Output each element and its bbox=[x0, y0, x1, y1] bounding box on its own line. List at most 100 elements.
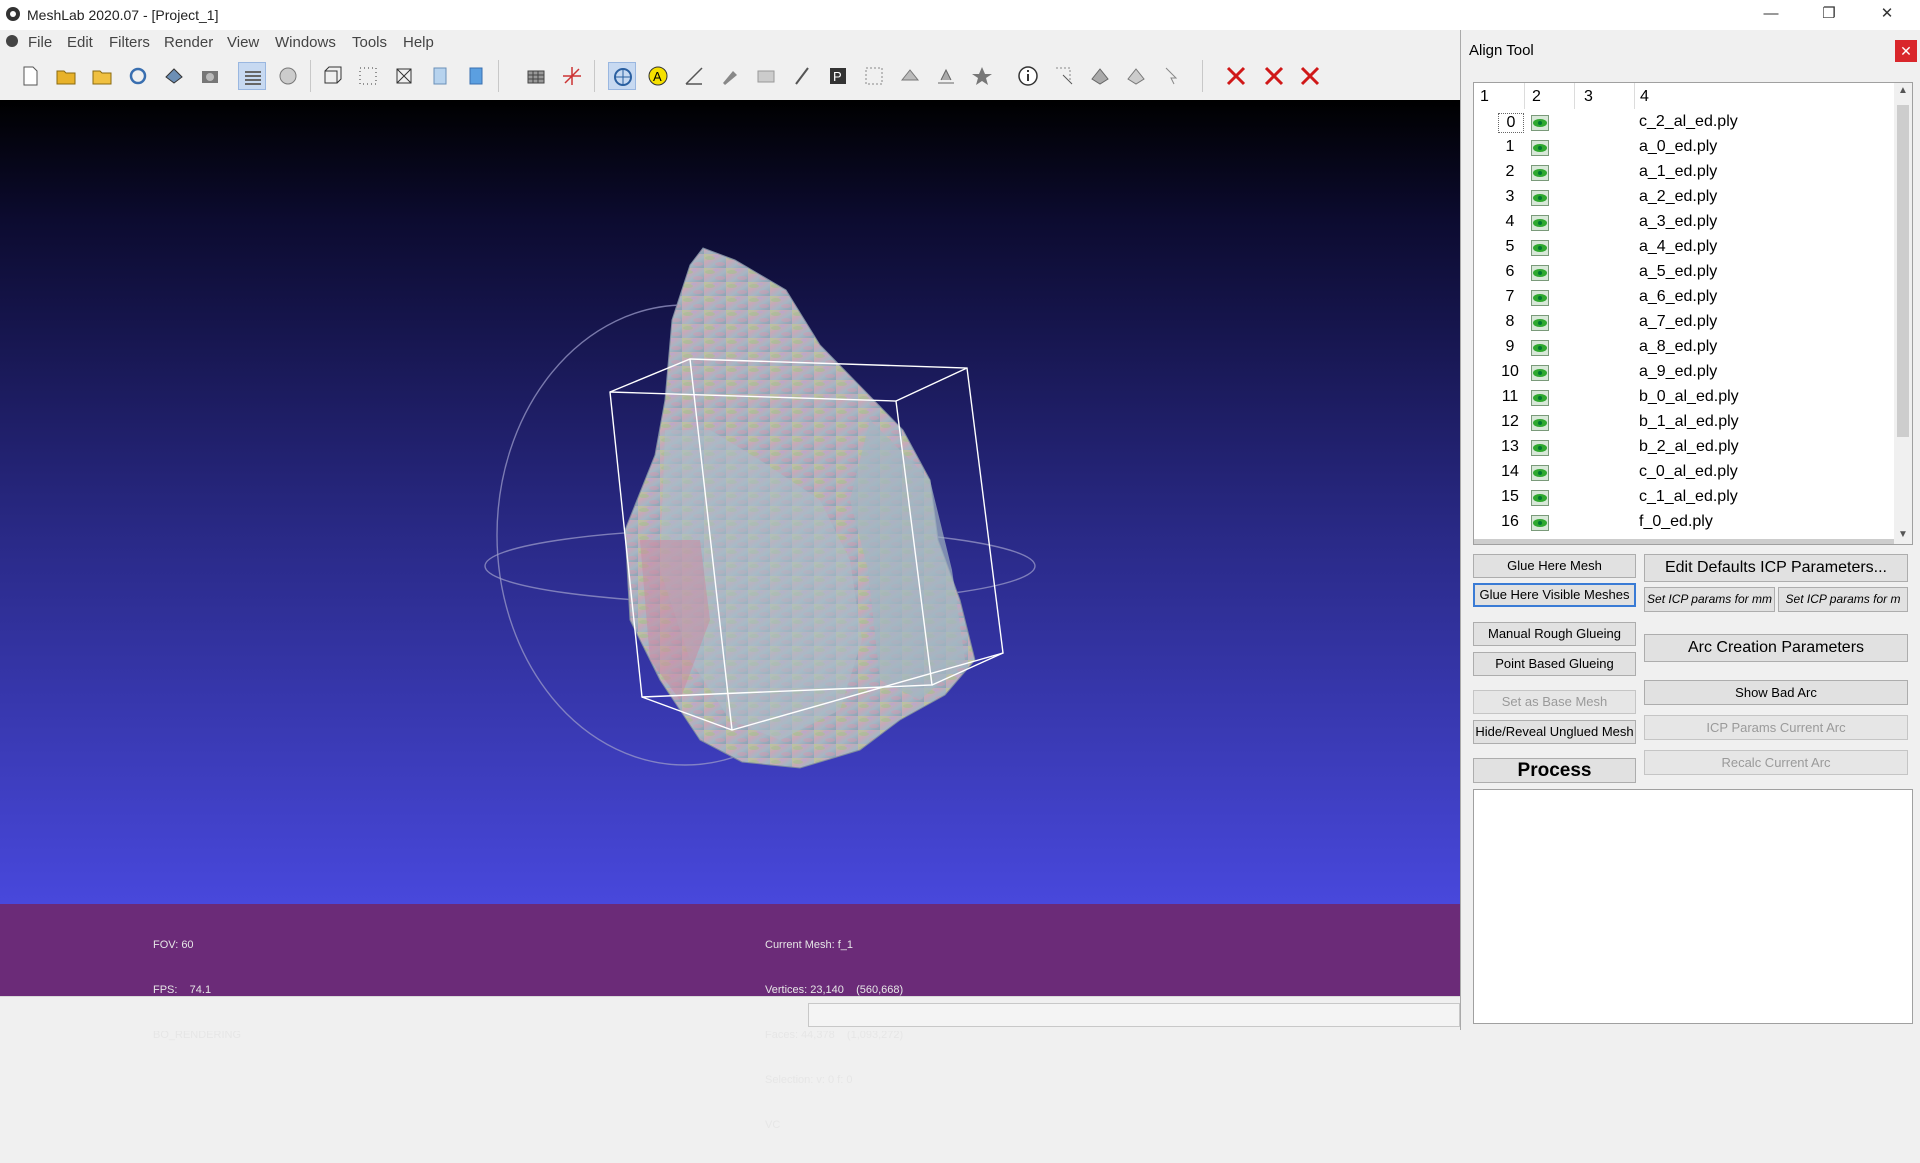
icp-params-current-arc-button[interactable]: ICP Params Current Arc bbox=[1644, 715, 1908, 740]
measure-icon[interactable] bbox=[680, 62, 708, 90]
close-window-button[interactable]: ✕ bbox=[1864, 0, 1910, 30]
mesh-row[interactable]: 3 a_2_ed.ply bbox=[1474, 186, 1894, 211]
menu-filters[interactable]: Filters bbox=[109, 34, 150, 51]
align-tool-close-button[interactable]: ✕ bbox=[1895, 40, 1917, 62]
visibility-eye-icon[interactable] bbox=[1531, 490, 1549, 506]
mesh-tree-hscrollbar[interactable] bbox=[1474, 539, 1894, 544]
select-area-icon[interactable] bbox=[1050, 62, 1078, 90]
restore-button[interactable]: ❐ bbox=[1806, 0, 1852, 30]
point-based-glueing-button[interactable]: Point Based Glueing bbox=[1473, 652, 1636, 676]
bounding-box-icon[interactable] bbox=[318, 62, 346, 90]
import-mesh-icon[interactable] bbox=[88, 62, 116, 90]
annotation-icon[interactable]: A bbox=[644, 62, 672, 90]
mesh-row[interactable]: 5 a_4_ed.ply bbox=[1474, 236, 1894, 261]
wireframe-icon[interactable] bbox=[390, 62, 418, 90]
select-connected-icon[interactable] bbox=[1086, 62, 1114, 90]
menu-edit[interactable]: Edit bbox=[67, 34, 93, 51]
mesh-row[interactable]: 1 a_0_ed.ply bbox=[1474, 136, 1894, 161]
set-icp-params-m-button[interactable]: Set ICP params for m bbox=[1778, 587, 1908, 612]
visibility-eye-icon[interactable] bbox=[1531, 215, 1549, 231]
select-zbuffer-icon[interactable] bbox=[1122, 62, 1150, 90]
mesh-row[interactable]: 0 c_2_al_ed.ply bbox=[1474, 111, 1894, 136]
visibility-eye-icon[interactable] bbox=[1531, 390, 1549, 406]
mesh-row[interactable]: 16 f_0_ed.ply bbox=[1474, 511, 1894, 536]
scroll-up-icon[interactable]: ▲ bbox=[1898, 85, 1908, 96]
recalc-current-arc-button[interactable]: Recalc Current Arc bbox=[1644, 750, 1908, 775]
menu-view[interactable]: View bbox=[227, 34, 259, 51]
hide-reveal-unglued-mesh-button[interactable]: Hide/Reveal Unglued Mesh bbox=[1473, 720, 1636, 744]
visibility-eye-icon[interactable] bbox=[1531, 465, 1549, 481]
set-as-base-mesh-button[interactable]: Set as Base Mesh bbox=[1473, 690, 1636, 714]
mesh-row[interactable]: 8 a_7_ed.ply bbox=[1474, 311, 1894, 336]
mesh-row[interactable]: 15 c_1_al_ed.ply bbox=[1474, 486, 1894, 511]
arc-creation-parameters-button[interactable]: Arc Creation Parameters bbox=[1644, 634, 1908, 662]
menu-tools[interactable]: Tools bbox=[352, 34, 387, 51]
info-icon[interactable] bbox=[1014, 62, 1042, 90]
menu-file[interactable]: File bbox=[28, 34, 52, 51]
visibility-eye-icon[interactable] bbox=[1531, 290, 1549, 306]
lighting-icon[interactable] bbox=[522, 62, 550, 90]
column-header-4[interactable]: 4 bbox=[1640, 88, 1649, 106]
camera-raster-icon[interactable] bbox=[752, 62, 780, 90]
manipulator-icon[interactable] bbox=[608, 62, 636, 90]
visibility-eye-icon[interactable] bbox=[1531, 140, 1549, 156]
snapshot-icon[interactable] bbox=[196, 62, 224, 90]
mesh-row[interactable]: 11 b_0_al_ed.ply bbox=[1474, 386, 1894, 411]
manual-rough-glueing-button[interactable]: Manual Rough Glueing bbox=[1473, 622, 1636, 646]
menu-windows[interactable]: Windows bbox=[275, 34, 336, 51]
column-header-3[interactable]: 3 bbox=[1584, 88, 1593, 106]
georef-icon[interactable] bbox=[968, 62, 996, 90]
brush-icon[interactable] bbox=[788, 62, 816, 90]
menu-help[interactable]: Help bbox=[403, 34, 434, 51]
visibility-eye-icon[interactable] bbox=[1531, 190, 1549, 206]
mesh-row[interactable]: 6 a_5_ed.ply bbox=[1474, 261, 1894, 286]
visibility-eye-icon[interactable] bbox=[1531, 365, 1549, 381]
layers-icon[interactable] bbox=[238, 62, 266, 90]
delete-faces-icon[interactable] bbox=[1260, 62, 1288, 90]
mesh-row[interactable]: 14 c_0_al_ed.ply bbox=[1474, 461, 1894, 486]
scroll-down-icon[interactable]: ▼ bbox=[1898, 529, 1908, 540]
points-icon[interactable] bbox=[354, 62, 382, 90]
column-header-1[interactable]: 1 bbox=[1480, 88, 1489, 106]
pickpoints-icon[interactable]: P bbox=[824, 62, 852, 90]
mesh-row[interactable]: 12 b_1_al_ed.ply bbox=[1474, 411, 1894, 436]
align-log-area[interactable] bbox=[1473, 789, 1913, 1024]
document-system-menu-icon[interactable] bbox=[6, 35, 18, 47]
delete-vertices-icon[interactable] bbox=[1222, 62, 1250, 90]
open-project-icon[interactable] bbox=[52, 62, 80, 90]
column-header-2[interactable]: 2 bbox=[1532, 88, 1541, 106]
axis-icon[interactable] bbox=[558, 62, 586, 90]
visibility-eye-icon[interactable] bbox=[1531, 515, 1549, 531]
align-icon[interactable] bbox=[932, 62, 960, 90]
mesh-row[interactable]: 2 a_1_ed.ply bbox=[1474, 161, 1894, 186]
visibility-eye-icon[interactable] bbox=[1531, 265, 1549, 281]
edit-defaults-icp-parameters-button[interactable]: Edit Defaults ICP Parameters... bbox=[1644, 554, 1908, 582]
visibility-eye-icon[interactable] bbox=[1531, 165, 1549, 181]
raster-layers-icon[interactable] bbox=[274, 62, 302, 90]
mesh-row[interactable]: 10 a_9_ed.ply bbox=[1474, 361, 1894, 386]
visibility-eye-icon[interactable] bbox=[1531, 440, 1549, 456]
delete-faces-vertices-icon[interactable] bbox=[1296, 62, 1324, 90]
menu-render[interactable]: Render bbox=[164, 34, 213, 51]
mesh-tree[interactable]: 1 2 3 4 0 c_2_al_ed.ply 1 a_0_ed.ply 2 a_1_ed… bbox=[1473, 82, 1913, 545]
glue-here-mesh-button[interactable]: Glue Here Mesh bbox=[1473, 554, 1636, 578]
paint-icon[interactable] bbox=[716, 62, 744, 90]
scrollbar-thumb[interactable] bbox=[1897, 105, 1909, 437]
visibility-eye-icon[interactable] bbox=[1531, 240, 1549, 256]
visibility-eye-icon[interactable] bbox=[1531, 315, 1549, 331]
smooth-shading-icon[interactable] bbox=[462, 62, 490, 90]
3d-viewport[interactable] bbox=[0, 100, 1460, 904]
select-cursor-icon[interactable] bbox=[1158, 62, 1186, 90]
mesh-tree-scrollbar[interactable]: ▲ ▼ bbox=[1894, 83, 1912, 544]
show-bad-arc-button[interactable]: Show Bad Arc bbox=[1644, 680, 1908, 705]
mesh-row[interactable]: 7 a_6_ed.ply bbox=[1474, 286, 1894, 311]
glue-here-visible-meshes-button[interactable]: Glue Here Visible Meshes bbox=[1473, 583, 1636, 607]
mesh-row[interactable]: 13 b_2_al_ed.ply bbox=[1474, 436, 1894, 461]
process-button[interactable]: Process bbox=[1473, 758, 1636, 783]
save-icon[interactable] bbox=[160, 62, 188, 90]
visibility-eye-icon[interactable] bbox=[1531, 340, 1549, 356]
visibility-eye-icon[interactable] bbox=[1531, 415, 1549, 431]
minimize-button[interactable]: — bbox=[1748, 0, 1794, 30]
visibility-eye-icon[interactable] bbox=[1531, 115, 1549, 131]
set-icp-params-mm-button[interactable]: Set ICP params for mm bbox=[1644, 587, 1775, 612]
